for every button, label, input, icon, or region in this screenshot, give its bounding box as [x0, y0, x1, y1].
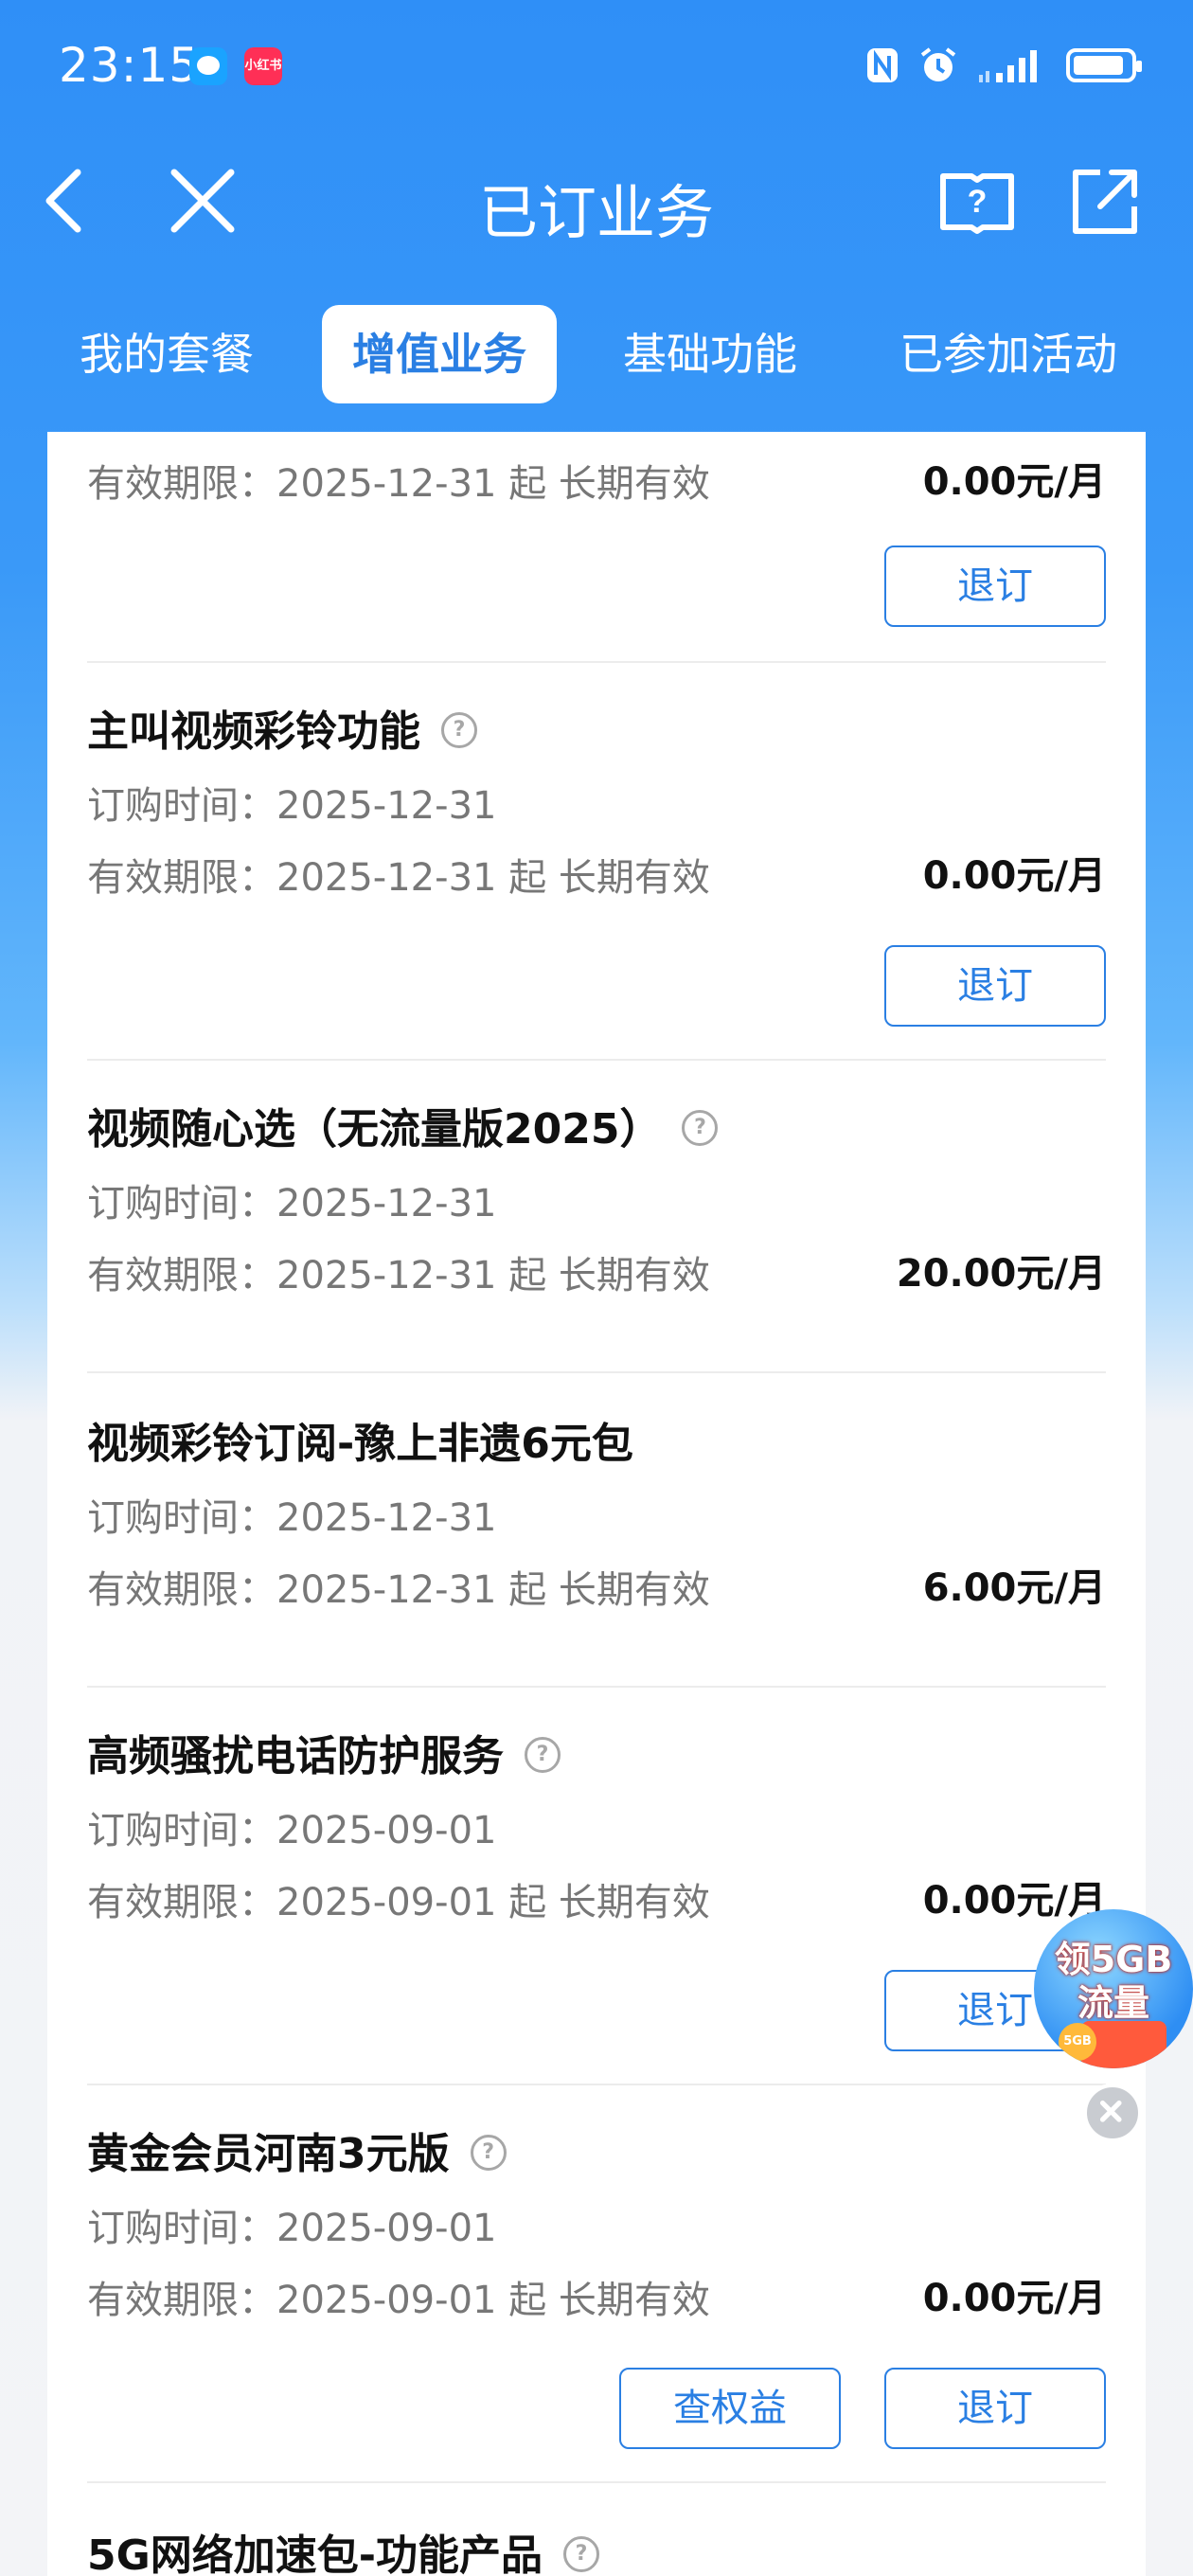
promo-coin: 5GB: [1059, 2023, 1096, 2061]
divider: [87, 1371, 1106, 1373]
subscription-item: 视频彩铃订阅-豫上非遗6元包 订购时间：2025-12-31 有效期限：2025…: [87, 1409, 1106, 1693]
item-name: 视频彩铃订阅-豫上非遗6元包: [87, 1420, 633, 1468]
validity-label: 有效期限：: [87, 462, 276, 506]
traffic-promo-badge[interactable]: 领5GB 流量 5GB: [1034, 1909, 1193, 2068]
unsubscribe-button[interactable]: 退订: [884, 546, 1106, 627]
subscription-item: 5G网络加速包-功能产品?: [87, 2521, 1106, 2576]
unsubscribe-button[interactable]: 退订: [884, 945, 1106, 1027]
validity-date: 2025-09-01: [276, 1881, 497, 1924]
signal-icon: [979, 50, 1037, 82]
tab-basic-functions[interactable]: 基础功能: [606, 305, 814, 403]
question-circle-icon[interactable]: ?: [563, 2536, 599, 2572]
subscription-item: 高频骚扰电话防护服务? 订购时间：2025-09-01 有效期限：2025-09…: [87, 1722, 1106, 2082]
order-time-date: 2025-12-31: [276, 1496, 497, 1540]
subscription-item: 主叫视频彩铃功能? 订购时间：2025-12-31 有效期限：2025-12-3…: [87, 697, 1106, 1057]
tab-bar: 我的套餐 增值业务 基础功能 已参加活动: [0, 301, 1193, 405]
validity-label: 有效期限：: [87, 1881, 276, 1924]
alarm-icon: [920, 47, 956, 81]
validity-label: 有效期限：: [87, 856, 276, 900]
monthly-price: 0.00元/月: [922, 854, 1106, 898]
validity-label: 有效期限：: [87, 1568, 276, 1612]
status-bar: 23:15 小红书: [0, 0, 1193, 133]
item-name: 高频骚扰电话防护服务: [87, 1732, 504, 1780]
subscription-item: 视频随心选（无流量版2025）? 订购时间：2025-12-31 有效期限：20…: [87, 1095, 1106, 1379]
validity-date: 2025-12-31: [276, 856, 497, 900]
monthly-price: 0.00元/月: [922, 2277, 1106, 2320]
subscription-list: 有效期限：2025-12-31 起 长期有效 0.00元/月 退订 主叫视频彩铃…: [47, 432, 1146, 2576]
battery-icon: [1066, 48, 1142, 82]
item-name: 5G网络加速包-功能产品: [87, 2531, 543, 2576]
monthly-price: 20.00元/月: [896, 1252, 1106, 1296]
validity-suffix: 起 长期有效: [508, 1254, 710, 1297]
validity-suffix: 起 长期有效: [508, 1568, 710, 1612]
validity-label: 有效期限：: [87, 1254, 276, 1297]
monthly-price: 6.00元/月: [922, 1566, 1106, 1610]
question-circle-icon[interactable]: ?: [470, 2135, 507, 2171]
validity-suffix: 起 长期有效: [508, 1881, 710, 1924]
subscription-item: 黄金会员河南3元版? 订购时间：2025-09-01 有效期限：2025-09-…: [87, 2120, 1106, 2479]
tab-my-plan[interactable]: 我的套餐: [62, 305, 271, 403]
divider: [87, 661, 1106, 663]
subscription-item: 有效期限：2025-12-31 起 长期有效 0.00元/月 退订: [87, 432, 1106, 659]
nfc-icon: [867, 48, 898, 82]
question-circle-icon[interactable]: ?: [525, 1737, 561, 1773]
view-rights-button[interactable]: 查权益: [619, 2368, 841, 2449]
order-time-label: 订购时间：: [87, 1496, 276, 1540]
xiaohongshu-app-icon: 小红书: [244, 47, 282, 85]
divider: [87, 2481, 1106, 2483]
status-time: 23:15: [59, 38, 201, 93]
divider: [87, 1059, 1106, 1061]
divider: [87, 1686, 1106, 1688]
question-circle-icon[interactable]: ?: [441, 712, 477, 748]
title-bar: 已订业务 ?: [0, 152, 1193, 256]
validity-suffix: 起 长期有效: [508, 856, 710, 900]
order-time-label: 订购时间：: [87, 1182, 276, 1225]
order-time-date: 2025-09-01: [276, 1809, 497, 1852]
order-time-date: 2025-09-01: [276, 2207, 497, 2250]
order-time-label: 订购时间：: [87, 1809, 276, 1852]
question-circle-icon[interactable]: ?: [682, 1110, 719, 1146]
validity-date: 2025-12-31: [276, 1254, 497, 1297]
share-icon[interactable]: [1068, 163, 1144, 239]
order-time-date: 2025-12-31: [276, 1182, 497, 1225]
message-app-icon: [189, 47, 227, 85]
tab-value-added[interactable]: 增值业务: [322, 305, 557, 403]
tab-joined-activities[interactable]: 已参加活动: [881, 305, 1136, 403]
monthly-price: 0.00元/月: [922, 460, 1106, 504]
order-time-date: 2025-12-31: [276, 784, 497, 828]
validity-date: 2025-12-31: [276, 462, 497, 506]
promo-line2: 流量: [1077, 1982, 1149, 2024]
item-name: 主叫视频彩铃功能: [87, 707, 420, 756]
help-book-icon[interactable]: ?: [939, 163, 1015, 239]
validity-date: 2025-12-31: [276, 1568, 497, 1612]
validity-date: 2025-09-01: [276, 2279, 497, 2322]
validity-suffix: 起 长期有效: [508, 462, 710, 506]
item-name: 黄金会员河南3元版: [87, 2130, 450, 2178]
validity-suffix: 起 长期有效: [508, 2279, 710, 2322]
unsubscribe-button[interactable]: 退订: [884, 2368, 1106, 2449]
divider: [87, 2084, 1106, 2085]
validity-label: 有效期限：: [87, 2279, 276, 2322]
item-name: 视频随心选（无流量版2025）: [87, 1105, 662, 1154]
order-time-label: 订购时间：: [87, 784, 276, 828]
order-time-label: 订购时间：: [87, 2207, 276, 2250]
promo-close-icon[interactable]: [1083, 2084, 1142, 2142]
svg-text:?: ?: [968, 184, 988, 220]
